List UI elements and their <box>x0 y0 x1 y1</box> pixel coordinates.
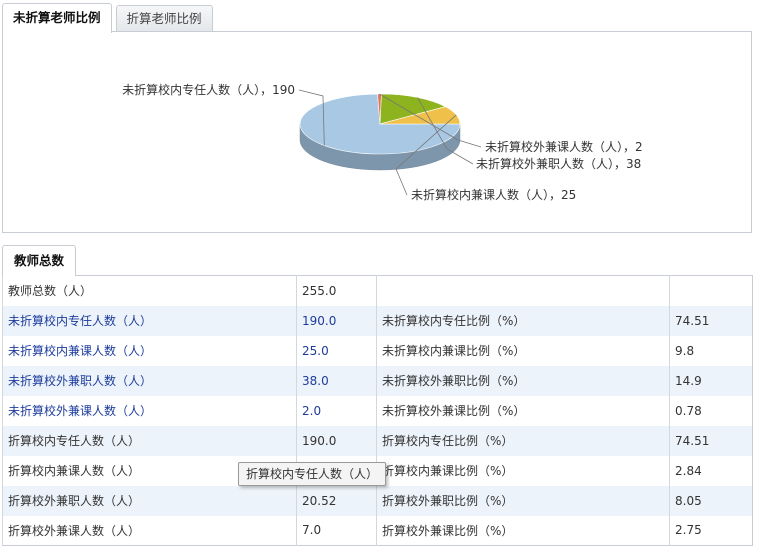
table-cell-c4: 2.84 <box>669 455 753 486</box>
table-cell-c3: 未折算校外兼课比例（%） <box>376 395 670 426</box>
table-row: 未折算校外兼职人数（人） 38.0 未折算校外兼职比例（%） 14.9 <box>2 365 753 396</box>
table-cell-c1[interactable]: 未折算校外兼职人数（人） <box>2 365 297 396</box>
table-cell-c1[interactable]: 未折算校内兼课人数（人） <box>2 335 297 366</box>
table-row: 折算校外兼职人数（人） 20.52 折算校外兼职比例（%） 8.05 <box>2 485 753 516</box>
table-cell-c3: 未折算校内专任比例（%） <box>376 305 670 336</box>
table-cell-c3: 折算校内专任比例（%） <box>376 425 670 456</box>
table-row: 未折算校外兼课人数（人） 2.0 未折算校外兼课比例（%） 0.78 <box>2 395 753 426</box>
table-cell-c4: 9.8 <box>669 335 753 366</box>
table-row: 折算校外兼课人数（人） 7.0 折算校外兼课比例（%） 2.75 <box>2 515 753 546</box>
table-cell-c1[interactable]: 未折算校内专任人数（人） <box>2 305 297 336</box>
pie-chart-panel: 未折算校内专任人数（人），190 未折算校外兼课人数（人），2 未折算校外兼职人数（… <box>2 31 752 233</box>
table-cell-c4: 8.05 <box>669 485 753 516</box>
table-cell-c4: 2.75 <box>669 515 753 546</box>
table-cell-c4: 74.51 <box>669 425 753 456</box>
table-cell-c2: 20.52 <box>296 485 377 516</box>
table-row: 未折算校内兼课人数（人） 25.0 未折算校内兼课比例（%） 9.8 <box>2 335 753 366</box>
table-cell-c2[interactable]: 25.0 <box>296 335 377 366</box>
pie-slice-label: 未折算校内专任人数（人），190 <box>122 82 295 97</box>
tab-unconverted-ratio[interactable]: 未折算老师比例 <box>2 3 112 33</box>
table-row: 未折算校内专任人数（人） 190.0 未折算校内专任比例（%） 74.51 <box>2 305 753 336</box>
table-cell-c3: 折算校外兼职比例（%） <box>376 485 670 516</box>
pie-slice-label: 未折算校外兼课人数（人），2 <box>485 139 643 154</box>
table-cell-c4: 14.9 <box>669 365 753 396</box>
table-cell-c1: 折算校外兼课人数（人） <box>2 515 297 546</box>
table-cell-c4: 74.51 <box>669 305 753 336</box>
table-cell-c4 <box>669 275 753 306</box>
table-cell-c3: 折算校外兼课比例（%） <box>376 515 670 546</box>
table-row: 教师总数（人） 255.0 <box>2 275 753 306</box>
teacher-stats-table: 教师总数（人） 255.0 未折算校内专任人数（人） 190.0 未折算校内专任比例（%… <box>2 275 753 546</box>
table-cell-c2[interactable]: 2.0 <box>296 395 377 426</box>
table-cell-c1[interactable]: 未折算校外兼课人数（人） <box>2 395 297 426</box>
table-cell-c1: 折算校内专任人数（人） <box>2 425 297 456</box>
table-cell-c2[interactable]: 38.0 <box>296 365 377 396</box>
table-cell-c3 <box>376 275 670 306</box>
tab-teacher-total[interactable]: 教师总数 <box>2 245 77 276</box>
table-cell-c1: 折算校外兼职人数（人） <box>2 485 297 516</box>
table-cell-c4: 0.78 <box>669 395 753 426</box>
tab-converted-ratio[interactable]: 折算老师比例 <box>115 5 213 32</box>
table-cell-c3: 未折算校内兼课比例（%） <box>376 335 670 366</box>
table-cell-c1: 教师总数（人） <box>2 275 297 306</box>
table-cell-c2: 7.0 <box>296 515 377 546</box>
pie-chart: 未折算校内专任人数（人），190 未折算校外兼课人数（人），2 未折算校外兼职人数（… <box>122 82 643 202</box>
pie-slice-label: 未折算校外兼职人数（人），38 <box>476 156 641 171</box>
pie-slice-label: 未折算校内兼课人数（人），25 <box>411 187 576 202</box>
table-cell-c2[interactable]: 190.0 <box>296 305 377 336</box>
chart-tabs: 未折算老师比例 折算老师比例 <box>2 3 217 33</box>
hover-tooltip: 折算校内专任人数（人） <box>238 462 387 486</box>
table-cell-c2: 190.0 <box>296 425 377 456</box>
table-cell-c2: 255.0 <box>296 275 377 306</box>
table-cell-c3: 折算校内兼课比例（%） <box>376 455 670 486</box>
table-row: 折算校内专任人数（人） 190.0 折算校内专任比例（%） 74.51 <box>2 425 753 456</box>
table-cell-c3: 未折算校外兼职比例（%） <box>376 365 670 396</box>
